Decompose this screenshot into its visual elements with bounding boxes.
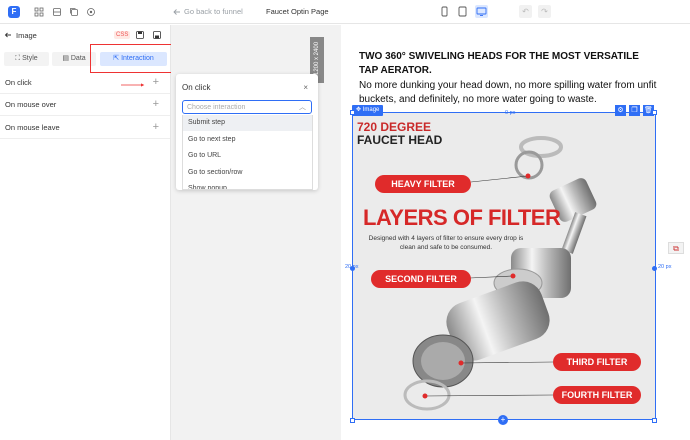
back-arrow-icon[interactable]	[4, 31, 12, 39]
image-toolbar: ⚙ ❐ 🗑	[614, 105, 656, 116]
resize-handle-right[interactable]	[652, 266, 657, 271]
canvas-size-text: 1200 x 2400	[314, 41, 320, 75]
grid-icon[interactable]	[34, 7, 44, 17]
back-arrow-icon[interactable]	[172, 7, 182, 17]
resize-handle-bl[interactable]	[350, 418, 355, 423]
top-spacing-label: 0 px	[505, 110, 516, 116]
save-icon[interactable]	[136, 31, 144, 39]
infographic-description: Designed with 4 layers of filter to ensu…	[368, 235, 524, 251]
tablet-view-button[interactable]	[456, 5, 469, 18]
duplicate-icon[interactable]: ❐	[629, 105, 640, 116]
selected-image[interactable]: 720 DEGREE FAUCET HEAD HEAVY FILTER LAYE…	[352, 112, 656, 420]
desktop-view-button[interactable]	[438, 5, 451, 18]
gear-icon[interactable]: ⚙	[615, 105, 626, 116]
disk-icon[interactable]	[153, 31, 161, 39]
section-heading[interactable]: TWO 360° SWIVELING HEADS FOR THE MOST VE…	[359, 50, 659, 78]
add-icon[interactable]: +	[153, 76, 159, 88]
event-label: On mouse leave	[5, 123, 60, 132]
copy-icon[interactable]	[69, 7, 79, 17]
page-title: Faucet Optin Page	[266, 7, 329, 16]
event-row-on-mouse-leave[interactable]: On mouse leave +	[0, 117, 170, 139]
app-logo[interactable]: F	[8, 6, 20, 18]
infographic-title: 720 DEGREE	[357, 120, 432, 134]
event-label: On mouse over	[5, 100, 57, 109]
heavy-filter-label: HEAVY FILTER	[375, 175, 471, 193]
select-placeholder: Choose interaction	[187, 104, 246, 111]
side-panel-toggle[interactable]: ⧉	[668, 242, 684, 254]
tab-data-label: Data	[70, 55, 86, 62]
option-go-to-next-step[interactable]: Go to next step	[183, 132, 312, 148]
desktop-view-button-active[interactable]	[475, 5, 488, 18]
option-go-to-section-row[interactable]: Go to section/row	[183, 165, 312, 181]
faucet-infographic	[403, 136, 597, 411]
option-submit-step[interactable]: Submit step	[183, 115, 312, 131]
left-spacing-label: 20 px	[345, 264, 359, 270]
image-badge-label: Image	[362, 107, 380, 113]
highlight-box	[90, 44, 174, 73]
css-badge[interactable]: CSS	[114, 31, 131, 39]
option-go-to-url[interactable]: Go to URL	[183, 148, 312, 164]
undo-icon: ↶	[522, 7, 529, 16]
fourth-filter-label: FOURTH FILTER	[553, 386, 641, 404]
image-element-badge[interactable]: ✥ Image	[352, 105, 384, 116]
interaction-dropdown: Submit step Go to next step Go to URL Go…	[182, 115, 313, 190]
add-icon[interactable]: +	[153, 98, 159, 110]
layers-icon[interactable]	[52, 7, 62, 17]
close-icon[interactable]: ×	[303, 83, 308, 92]
add-element-button[interactable]: +	[498, 415, 508, 425]
desktop-icon	[476, 7, 487, 16]
plus-icon: +	[500, 415, 506, 424]
redo-button[interactable]: ↷	[538, 5, 551, 18]
event-label: On click	[5, 78, 32, 87]
frame-icon: ⧉	[673, 244, 679, 253]
right-spacing-label: 20 px	[658, 264, 672, 270]
database-icon: ▤	[62, 55, 71, 62]
resize-handle-tl[interactable]	[350, 110, 355, 115]
third-filter-label: THIRD FILTER	[553, 353, 641, 371]
top-bar: F Go back to funnel Faucet Optin Page ↶ …	[0, 0, 690, 24]
move-icon: ✥	[356, 107, 363, 113]
layers-title: LAYERS OF FILTER	[363, 205, 561, 230]
settings-icon[interactable]	[86, 7, 96, 17]
panel-title: Image	[16, 31, 37, 40]
section-body-text[interactable]: No more dunking your head down, no more …	[359, 79, 659, 107]
undo-button[interactable]: ↶	[519, 5, 532, 18]
resize-handle-tr[interactable]	[652, 110, 657, 115]
tab-style[interactable]: ⛶ Style	[4, 52, 49, 66]
add-icon[interactable]: +	[153, 121, 159, 133]
redo-icon: ↷	[541, 7, 548, 16]
event-row-on-mouse-over[interactable]: On mouse over +	[0, 94, 170, 116]
chevron-up-icon: ︿	[299, 104, 306, 111]
popup-title: On click	[182, 83, 211, 92]
properties-panel: Image CSS ⛶ Style ▤ Data ⇱ Interaction O…	[0, 25, 174, 440]
interaction-select[interactable]: Choose interaction ︿	[182, 100, 312, 114]
back-to-funnel-link[interactable]: Go back to funnel	[184, 7, 243, 16]
resize-handle-br[interactable]	[652, 418, 657, 423]
second-filter-label: SECOND FILTER	[371, 270, 471, 288]
option-show-popup[interactable]: Show popup	[183, 181, 312, 189]
red-arrow-icon	[121, 83, 145, 87]
infographic-subtitle: FAUCET HEAD	[357, 133, 443, 147]
mobile-icon	[441, 6, 448, 17]
tab-style-label: Style	[22, 55, 38, 62]
tablet-icon	[458, 6, 467, 17]
